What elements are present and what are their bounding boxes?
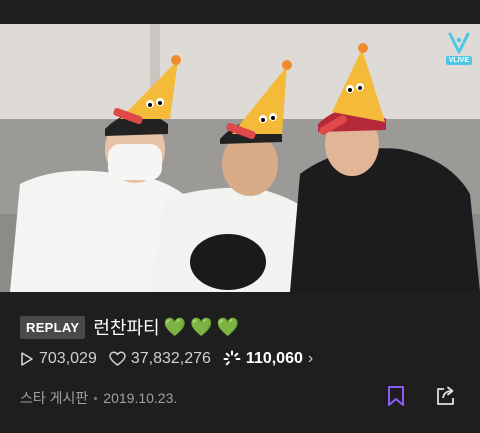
play-icon — [21, 352, 33, 366]
post-title-row: REPLAY 런찬파티 💚 💚 💚 — [20, 314, 239, 340]
likes-count: 37,832,276 — [130, 350, 211, 367]
video-thumbnail[interactable]: VLIVE — [0, 24, 480, 292]
share-button[interactable] — [434, 384, 458, 408]
post-title: 런찬파티 💚 💚 💚 — [93, 314, 239, 340]
bookmark-button[interactable] — [384, 384, 408, 408]
share-icon — [437, 386, 454, 405]
green-heart-emoji: 💚 — [190, 316, 213, 337]
bookmark-icon — [388, 386, 404, 406]
stats-row: 703,029 37,832,276 110,060 › — [20, 350, 319, 368]
plays-stat: 703,029 — [20, 350, 97, 368]
separator-dot — [94, 396, 98, 400]
chemi-stat[interactable]: 110,060 › — [223, 350, 313, 368]
action-buttons — [384, 384, 458, 408]
chemi-count: 110,060 — [245, 350, 303, 367]
green-heart-emoji: 💚 — [163, 316, 187, 337]
chemi-icon — [223, 350, 241, 366]
heart-outline-icon — [109, 351, 126, 366]
likes-stat: 37,832,276 — [109, 350, 211, 368]
replay-badge: REPLAY — [20, 315, 86, 339]
chevron-right-icon: › — [307, 350, 314, 367]
meta-row: 스타 게시판 2019.10.23. — [20, 388, 177, 408]
vlive-logo: VLIVE — [445, 32, 472, 65]
post-title-text: 런찬파티 — [93, 318, 160, 338]
green-heart-emoji: 💚 — [216, 316, 239, 337]
vlive-logo-icon — [448, 32, 470, 54]
top-status-area — [0, 0, 480, 24]
vlive-label: VLIVE — [445, 56, 472, 65]
post-date: 2019.10.23. — [103, 390, 178, 406]
plays-count: 703,029 — [39, 350, 97, 367]
thumbnail-image — [0, 24, 480, 292]
board-link[interactable]: 스타 게시판 — [20, 388, 88, 408]
